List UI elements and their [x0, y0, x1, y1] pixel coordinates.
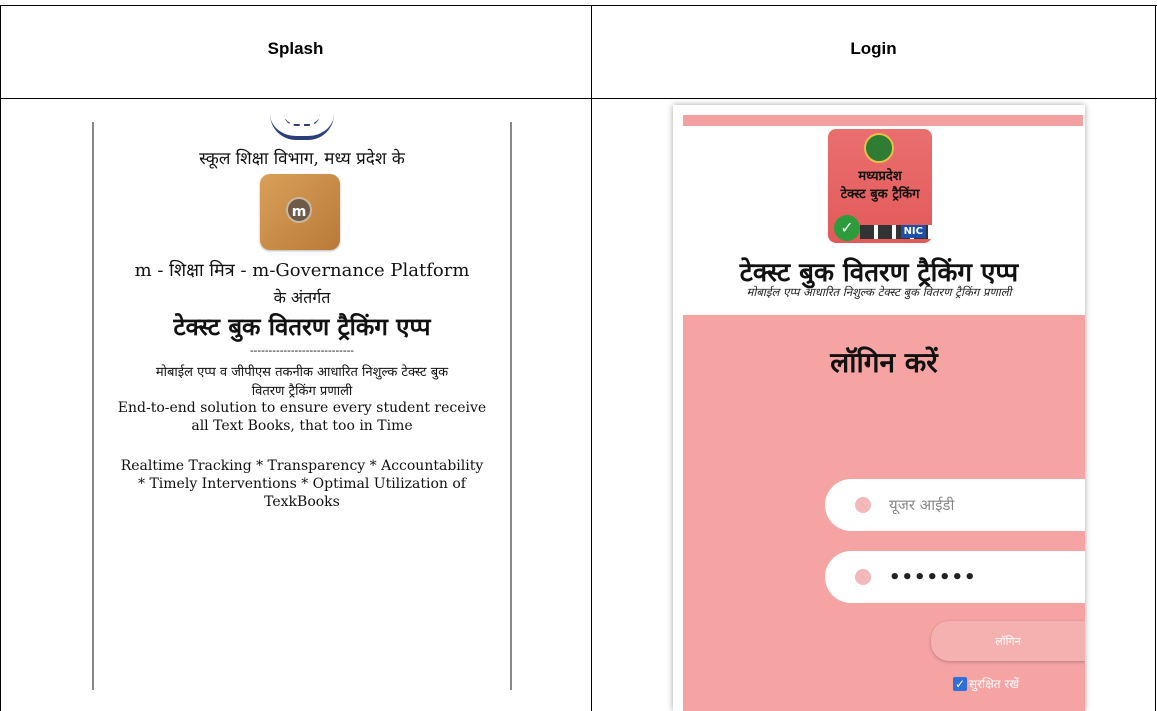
remember-label: सुरक्षित रखें: [969, 677, 1020, 691]
header-login: Login: [850, 39, 897, 58]
password-field[interactable]: •••••••: [825, 551, 1085, 603]
header-splash: Splash: [267, 39, 324, 58]
app-logo-icon: मध्यप्रदेश टेक्स्ट बुक ट्रैकिंग ✓ NIC: [828, 129, 932, 243]
login-app-title: टेक्स्ट बुक वितरण ट्रैकिंग एप्प: [739, 258, 1019, 288]
tagline-hindi-2: वितरण ट्रैकिंग प्रणाली: [251, 384, 353, 399]
check-icon: ✓: [834, 215, 860, 241]
login-screen: मध्यप्रदेश टेक्स्ट बुक ट्रैकिंग ✓ NIC टे…: [673, 105, 1085, 711]
m-shiksha-mitra-logo-icon: m: [260, 174, 340, 250]
table-column-divider: [591, 5, 592, 711]
under-line: के अंतर्गत: [273, 288, 331, 307]
splash-divider: ----------------------------: [249, 344, 355, 357]
tagline-english-2: all Text Books, that too in Time: [191, 418, 413, 434]
checkbox-checked-icon[interactable]: ✓: [953, 676, 967, 691]
remember-me[interactable]: ✓ सुरक्षित रखें: [953, 675, 1019, 692]
logo-line-1: मध्यप्रदेश: [858, 169, 902, 184]
table-border-right: [1155, 5, 1156, 711]
table-border-left: [0, 5, 1, 711]
mp-emblem-icon: [864, 133, 894, 163]
table-header-divider: [0, 98, 1157, 99]
features-line-2: * Timely Interventions * Optimal Utiliza…: [138, 476, 466, 492]
tagline-hindi-1: मोबाईल एप्प व जीपीएस तकनीक आधारित निशुल्…: [155, 365, 449, 380]
login-panel: लॉगिन करें यूजर आईडी ••••••• लॉगिन ✓ सुर…: [683, 315, 1085, 711]
logo-line-2: टेक्स्ट बुक ट्रैकिंग: [840, 187, 920, 202]
user-id-field[interactable]: यूजर आईडी: [825, 479, 1085, 531]
nic-badge: NIC: [900, 225, 926, 238]
splash-app-title: टेक्स्ट बुक वितरण ट्रैकिंग एप्प: [173, 313, 431, 341]
lock-icon: [855, 569, 871, 585]
login-subtitle: मोबाईल एप्प आधारित निशुल्क टेक्स्ट बुक व…: [746, 285, 1012, 299]
login-heading: लॉगिन करें: [830, 346, 938, 379]
status-bar: [683, 115, 1083, 126]
department-line: स्कूल शिक्षा विभाग, मध्य प्रदेश के: [199, 149, 405, 169]
login-button[interactable]: लॉगिन: [931, 621, 1085, 661]
features-line-3: TexkBooks: [264, 494, 340, 510]
tagline-english-1: End-to-end solution to ensure every stud…: [117, 400, 487, 416]
user-id-placeholder: यूजर आईडी: [889, 496, 955, 514]
government-seal-icon: [270, 114, 334, 140]
password-value: •••••••: [889, 566, 977, 588]
splash-screen: स्कूल शिक्षा विभाग, मध्य प्रदेश के m m -…: [92, 122, 512, 692]
platform-line: m - शिक्षा मित्र - m-Governance Platform: [134, 260, 470, 281]
user-icon: [855, 497, 871, 513]
features-line-1: Realtime Tracking * Transparency * Accou…: [120, 458, 484, 474]
